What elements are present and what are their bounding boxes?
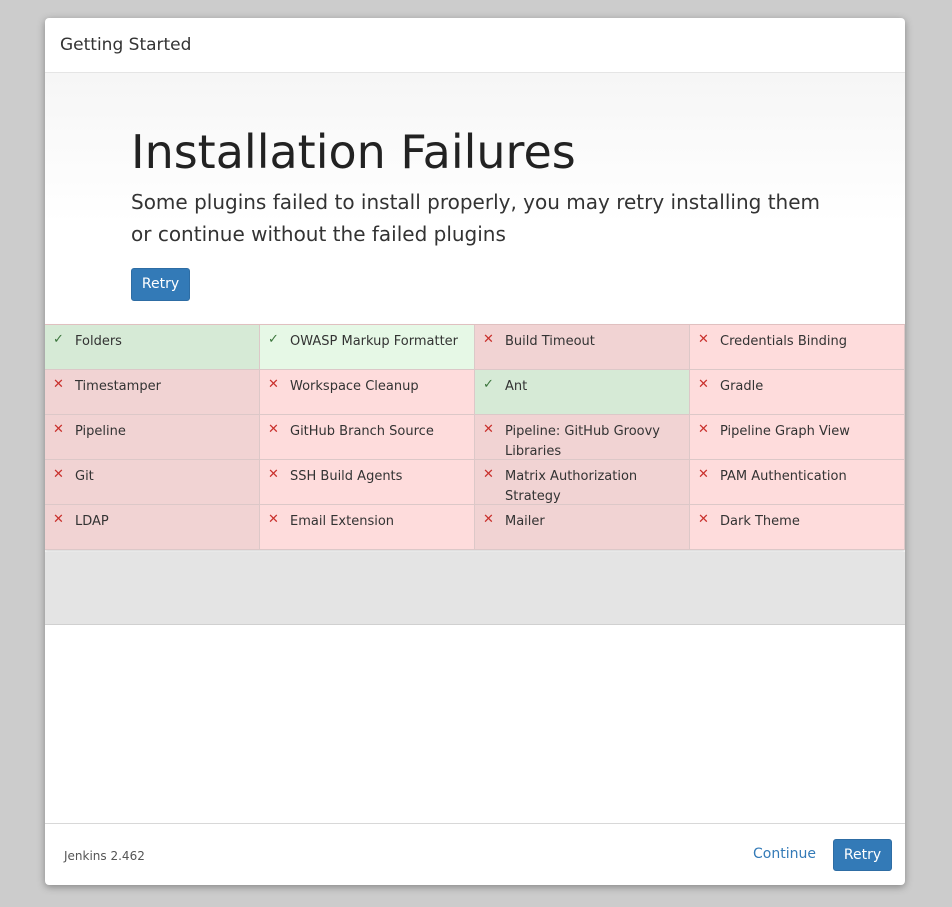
cross-icon: ✕ [53, 422, 64, 437]
cross-icon: ✕ [53, 377, 64, 392]
footer-retry-button[interactable]: Retry [833, 839, 892, 871]
version-label: Jenkins 2.462 [64, 849, 145, 863]
plugin-item: ✕ Pipeline Graph View [690, 415, 905, 460]
cross-icon: ✕ [698, 512, 709, 527]
cross-icon: ✕ [698, 422, 709, 437]
cross-icon: ✕ [268, 467, 279, 482]
plugin-name: PAM Authentication [720, 469, 847, 484]
dialog-title: Getting Started [60, 35, 192, 55]
dialog-header: Getting Started [45, 18, 905, 73]
check-icon: ✓ [268, 332, 279, 347]
cross-icon: ✕ [483, 332, 494, 347]
cross-icon: ✕ [698, 377, 709, 392]
cross-icon: ✕ [268, 377, 279, 392]
plugin-name: Gradle [720, 379, 764, 394]
plugin-item: ✓ Folders [45, 325, 260, 370]
plugin-name: Timestamper [75, 379, 161, 394]
plugin-item: ✓ Ant [475, 370, 690, 415]
check-icon: ✓ [53, 332, 64, 347]
plugin-item: ✕ LDAP [45, 505, 260, 550]
check-icon: ✓ [483, 377, 494, 392]
cross-icon: ✕ [268, 512, 279, 527]
plugin-item: ✕ Pipeline: GitHub Groovy Libraries [475, 415, 690, 460]
plugin-item: ✓ OWASP Markup Formatter [260, 325, 475, 370]
plugin-name: Pipeline Graph View [720, 424, 850, 439]
plugin-name: Dark Theme [720, 514, 800, 529]
cross-icon: ✕ [698, 467, 709, 482]
plugin-item: ✕ Git [45, 460, 260, 505]
plugin-item: ✕ Mailer [475, 505, 690, 550]
page-title: Installation Failures [131, 125, 576, 179]
plugin-item: ✕ Timestamper [45, 370, 260, 415]
plugin-name: Ant [505, 379, 528, 394]
cross-icon: ✕ [483, 467, 494, 482]
plugin-name: Credentials Binding [720, 334, 847, 349]
cross-icon: ✕ [268, 422, 279, 437]
continue-link[interactable]: Continue [753, 846, 816, 862]
plugin-name: Email Extension [290, 514, 395, 529]
plugin-name: GitHub Branch Source [290, 424, 434, 439]
cross-icon: ✕ [53, 512, 64, 527]
plugin-grid: ✓ Folders ✓ OWASP Markup Formatter ✕ Build Ti… [45, 324, 905, 550]
jumbotron: Installation Failures Some plugins faile… [45, 73, 905, 324]
plugin-name: OWASP Markup Formatter [290, 334, 459, 349]
setup-dialog: Getting Started Installation Failures So… [45, 18, 905, 885]
plugin-name: Folders [75, 334, 122, 349]
plugin-name: Pipeline [75, 424, 126, 439]
plugin-item: ✕ Pipeline [45, 415, 260, 460]
page-description: Some plugins failed to install properly,… [131, 190, 821, 246]
plugin-item: ✕ GitHub Branch Source [260, 415, 475, 460]
plugin-name: SSH Build Agents [290, 469, 403, 484]
cross-icon: ✕ [483, 512, 494, 527]
plugin-item: ✕ Dark Theme [690, 505, 905, 550]
plugin-item: ✕ Build Timeout [475, 325, 690, 370]
cross-icon: ✕ [483, 422, 494, 437]
plugin-name: LDAP [75, 514, 109, 529]
plugin-name: Mailer [505, 514, 545, 529]
plugin-item: ✕ Email Extension [260, 505, 475, 550]
plugin-item: ✕ Matrix Authorization Strategy [475, 460, 690, 505]
plugin-item: ✕ PAM Authentication [690, 460, 905, 505]
plugin-name: Pipeline: GitHub Groovy Libraries [505, 424, 660, 459]
plugin-item: ✕ Gradle [690, 370, 905, 415]
plugin-item: ✕ SSH Build Agents [260, 460, 475, 505]
plugin-item: ✕ Credentials Binding [690, 325, 905, 370]
cross-icon: ✕ [698, 332, 709, 347]
plugin-name: Workspace Cleanup [290, 379, 419, 394]
grey-band [45, 552, 905, 625]
plugin-name: Matrix Authorization Strategy [505, 469, 638, 504]
plugin-item: ✕ Workspace Cleanup [260, 370, 475, 415]
plugin-name: Build Timeout [505, 334, 595, 349]
plugin-name: Git [75, 469, 94, 484]
dialog-footer: Jenkins 2.462 Continue Retry [45, 823, 905, 885]
retry-button[interactable]: Retry [131, 268, 190, 301]
cross-icon: ✕ [53, 467, 64, 482]
